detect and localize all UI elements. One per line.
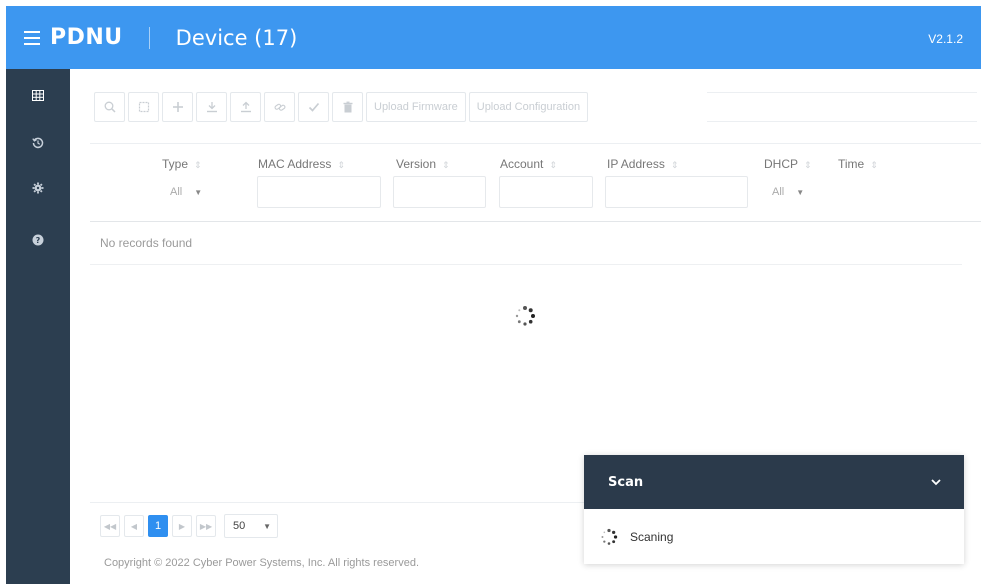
table-header-divider bbox=[90, 221, 981, 222]
prev-page-icon[interactable]: ◀ bbox=[124, 515, 144, 537]
dhcp-filter-value: All bbox=[772, 186, 785, 198]
next-page-icon[interactable]: ▶ bbox=[172, 515, 192, 537]
caret-down-icon: ▼ bbox=[194, 187, 203, 197]
dhcp-filter-select[interactable]: All ▼ bbox=[772, 179, 804, 205]
column-header-ip[interactable]: IP Address ⇕ bbox=[607, 157, 678, 171]
type-filter-select[interactable]: All ▼ bbox=[170, 179, 202, 205]
sort-icon: ⇕ bbox=[442, 160, 450, 170]
check-icon[interactable] bbox=[298, 92, 329, 122]
loading-spinner-icon bbox=[601, 528, 618, 545]
search-icon[interactable] bbox=[94, 92, 125, 122]
column-header-label: Account bbox=[500, 157, 544, 171]
page-button-current[interactable]: 1 bbox=[148, 515, 168, 537]
column-header-label: Version bbox=[396, 157, 437, 171]
column-header-label: IP Address bbox=[607, 157, 665, 171]
upload-icon[interactable] bbox=[230, 92, 261, 122]
pagination: ◀◀ ◀ 1 ▶ ▶▶ 50 ▼ bbox=[100, 514, 278, 538]
account-filter-input[interactable] bbox=[499, 176, 593, 208]
scan-status-text: Scaning bbox=[630, 529, 674, 544]
history-icon[interactable] bbox=[6, 126, 70, 160]
app-header: PDNU Device (17) V2.1.2 bbox=[6, 6, 981, 69]
grid-icon[interactable] bbox=[6, 78, 70, 112]
version-label: V2.1.2 bbox=[928, 32, 963, 46]
column-header-label: Type bbox=[162, 157, 189, 171]
version-filter-input[interactable] bbox=[393, 176, 486, 208]
table-divider bbox=[90, 143, 981, 144]
column-header-label: DHCP bbox=[764, 157, 799, 171]
sort-icon: ⇕ bbox=[549, 160, 557, 170]
ip-filter-input[interactable] bbox=[605, 176, 748, 208]
column-header-account[interactable]: Account ⇕ bbox=[500, 157, 557, 171]
scan-panel-header[interactable]: Scan bbox=[584, 455, 964, 509]
column-header-type[interactable]: Type ⇕ bbox=[162, 157, 202, 171]
column-header-dhcp[interactable]: DHCP ⇕ bbox=[764, 157, 812, 171]
header-divider bbox=[148, 26, 150, 49]
first-page-icon[interactable]: ◀◀ bbox=[100, 515, 120, 537]
page-size-value: 50 bbox=[233, 520, 246, 532]
scan-panel: Scan Scaning bbox=[584, 455, 964, 564]
column-header-label: Time bbox=[838, 157, 865, 171]
scan-status-row: Scaning bbox=[584, 509, 964, 564]
sort-icon: ⇕ bbox=[804, 160, 812, 170]
column-header-version[interactable]: Version ⇕ bbox=[396, 157, 450, 171]
empty-message: No records found bbox=[100, 236, 193, 250]
page-title: Device (17) bbox=[175, 25, 298, 50]
menu-icon[interactable] bbox=[24, 30, 40, 45]
select-all-icon[interactable] bbox=[128, 92, 159, 122]
help-icon[interactable]: ? bbox=[6, 223, 70, 257]
download-icon[interactable] bbox=[196, 92, 227, 122]
type-filter-value: All bbox=[170, 186, 183, 198]
mac-filter-input[interactable] bbox=[257, 176, 381, 208]
brand-logo[interactable]: PDNU bbox=[50, 25, 123, 50]
column-header-mac[interactable]: MAC Address ⇕ bbox=[258, 157, 345, 171]
caret-down-icon: ▼ bbox=[796, 187, 805, 197]
svg-text:?: ? bbox=[36, 236, 41, 245]
column-header-time[interactable]: Time ⇕ bbox=[838, 157, 878, 171]
scan-title: Scan bbox=[608, 474, 644, 490]
sort-icon: ⇕ bbox=[194, 160, 202, 170]
sidebar: ? bbox=[6, 69, 70, 584]
delete-icon[interactable] bbox=[332, 92, 363, 122]
upload-firmware-button[interactable]: Upload Firmware bbox=[366, 92, 466, 122]
upload-configuration-button[interactable]: Upload Configuration bbox=[468, 92, 589, 122]
link-icon[interactable] bbox=[264, 92, 295, 122]
column-header-label: MAC Address bbox=[258, 157, 332, 171]
sort-icon: ⇕ bbox=[870, 160, 878, 170]
chevron-down-icon[interactable] bbox=[930, 476, 942, 488]
last-page-icon[interactable]: ▶▶ bbox=[196, 515, 216, 537]
sort-icon: ⇕ bbox=[670, 160, 679, 170]
loading-spinner-icon bbox=[515, 306, 535, 326]
page-size-select[interactable]: 50 ▼ bbox=[224, 514, 278, 538]
toolbar: Upload Firmware Upload Configuration bbox=[94, 92, 589, 122]
toolbar-divider bbox=[707, 92, 977, 122]
caret-down-icon: ▼ bbox=[263, 521, 271, 531]
copyright-text: Copyright © 2022 Cyber Power Systems, In… bbox=[104, 557, 420, 569]
sort-icon: ⇕ bbox=[337, 160, 345, 170]
add-icon[interactable] bbox=[162, 92, 193, 122]
gear-icon[interactable] bbox=[6, 171, 70, 205]
row-divider bbox=[90, 264, 962, 265]
